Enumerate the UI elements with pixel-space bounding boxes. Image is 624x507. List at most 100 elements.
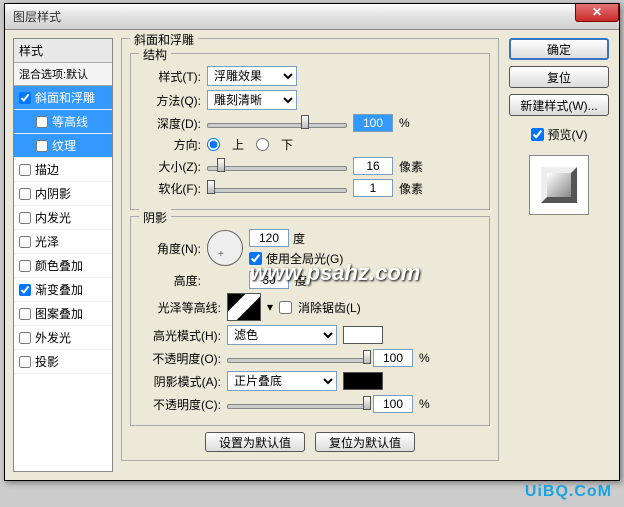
style-checkbox-1[interactable] xyxy=(36,116,48,128)
global-light-label: 使用全局光(G) xyxy=(266,250,343,267)
altitude-input[interactable] xyxy=(249,271,289,289)
style-item-11[interactable]: 投影 xyxy=(14,350,112,374)
soften-input[interactable] xyxy=(353,179,393,197)
style-label-2: 纹理 xyxy=(52,137,76,154)
shadow-color[interactable] xyxy=(343,372,383,390)
shadow-mode-label: 阴影模式(A): xyxy=(139,373,221,390)
cancel-button[interactable]: 复位 xyxy=(509,66,609,88)
size-slider[interactable] xyxy=(207,157,347,175)
antialias-checkbox[interactable] xyxy=(279,301,292,314)
style-label-8: 渐变叠加 xyxy=(35,281,83,298)
method-label: 方法(Q): xyxy=(139,92,201,109)
method-select[interactable]: 雕刻清晰 xyxy=(207,90,297,110)
titlebar: 图层样式 ✕ xyxy=(5,4,619,30)
chevron-down-icon[interactable]: ▾ xyxy=(267,300,273,314)
hilite-opacity-slider[interactable] xyxy=(227,349,367,367)
style-checkbox-4[interactable] xyxy=(19,188,31,200)
direction-label: 方向: xyxy=(139,136,201,153)
close-button[interactable]: ✕ xyxy=(575,4,619,22)
depth-input[interactable] xyxy=(353,114,393,132)
style-item-0[interactable]: 斜面和浮雕 xyxy=(14,86,112,110)
dir-up-radio[interactable] xyxy=(207,138,220,151)
style-list-header: 样式 xyxy=(14,39,112,63)
shadow-opacity-label: 不透明度(C): xyxy=(139,396,221,413)
depth-label: 深度(D): xyxy=(139,115,201,132)
gloss-contour[interactable] xyxy=(227,293,261,321)
style-item-3[interactable]: 描边 xyxy=(14,158,112,182)
shadow-title: 阴影 xyxy=(139,209,171,226)
style-item-5[interactable]: 内发光 xyxy=(14,206,112,230)
angle-label: 角度(N): xyxy=(139,240,201,257)
style-checkbox-0[interactable] xyxy=(19,92,31,104)
px-unit: 像素 xyxy=(399,158,427,175)
style-label-9: 图案叠加 xyxy=(35,305,83,322)
style-label-1: 等高线 xyxy=(52,113,88,130)
style-checkbox-8[interactable] xyxy=(19,284,31,296)
style-checkbox-3[interactable] xyxy=(19,164,31,176)
shadow-opacity-slider[interactable] xyxy=(227,395,367,413)
deg-unit: 度 xyxy=(293,230,305,247)
gloss-label: 光泽等高线: xyxy=(139,299,221,316)
style-checkbox-6[interactable] xyxy=(19,236,31,248)
hilite-opacity-label: 不透明度(O): xyxy=(139,350,221,367)
size-input[interactable] xyxy=(353,157,393,175)
style-label-7: 颜色叠加 xyxy=(35,257,83,274)
style-label-11: 投影 xyxy=(35,353,59,370)
px-unit2: 像素 xyxy=(399,180,427,197)
style-item-4[interactable]: 内阴影 xyxy=(14,182,112,206)
new-style-button[interactable]: 新建样式(W)... xyxy=(509,94,609,116)
style-select[interactable]: 浮雕效果 xyxy=(207,66,297,86)
style-checkbox-11[interactable] xyxy=(19,356,31,368)
global-light-checkbox[interactable] xyxy=(249,252,262,265)
shadow-group: 阴影 角度(N): 度 使用全局光(G) xyxy=(130,216,490,426)
style-item-2[interactable]: 纹理 xyxy=(14,134,112,158)
style-item-8[interactable]: 渐变叠加 xyxy=(14,278,112,302)
preview-checkbox[interactable] xyxy=(531,128,544,141)
set-default-button[interactable]: 设置为默认值 xyxy=(205,432,305,452)
angle-dial[interactable] xyxy=(207,230,243,266)
style-label-0: 斜面和浮雕 xyxy=(35,89,95,106)
hilite-color[interactable] xyxy=(343,326,383,344)
preview-label: 预览(V) xyxy=(548,126,588,143)
style-item-9[interactable]: 图案叠加 xyxy=(14,302,112,326)
window-title: 图层样式 xyxy=(13,8,61,25)
style-checkbox-7[interactable] xyxy=(19,260,31,272)
deg-unit2: 度 xyxy=(295,272,307,289)
hilite-opacity-input[interactable] xyxy=(373,349,413,367)
style-checkbox-5[interactable] xyxy=(19,212,31,224)
style-checkbox-2[interactable] xyxy=(36,140,48,152)
style-item-1[interactable]: 等高线 xyxy=(14,110,112,134)
antialias-label: 消除锯齿(L) xyxy=(298,299,361,316)
style-checkbox-9[interactable] xyxy=(19,308,31,320)
style-label-6: 光泽 xyxy=(35,233,59,250)
depth-slider[interactable] xyxy=(207,114,347,132)
ok-button[interactable]: 确定 xyxy=(509,38,609,60)
style-label-3: 描边 xyxy=(35,161,59,178)
soften-slider[interactable] xyxy=(207,179,347,197)
style-checkbox-10[interactable] xyxy=(19,332,31,344)
style-label-5: 内发光 xyxy=(35,209,71,226)
style-item-10[interactable]: 外发光 xyxy=(14,326,112,350)
hilite-mode-select[interactable]: 滤色 xyxy=(227,325,337,345)
structure-group: 结构 样式(T): 浮雕效果 方法(Q): 雕刻清晰 深度(D): % xyxy=(130,53,490,210)
shadow-mode-select[interactable]: 正片叠底 xyxy=(227,371,337,391)
watermark2: UiBQ.CoM xyxy=(525,483,612,501)
style-item-6[interactable]: 光泽 xyxy=(14,230,112,254)
bevel-group: 斜面和浮雕 结构 样式(T): 浮雕效果 方法(Q): 雕刻清晰 深度(D): xyxy=(121,38,499,461)
style-label: 样式(T): xyxy=(139,68,201,85)
size-label: 大小(Z): xyxy=(139,158,201,175)
soften-label: 软化(F): xyxy=(139,180,201,197)
dir-down-radio[interactable] xyxy=(256,138,269,151)
shadow-opacity-input[interactable] xyxy=(373,395,413,413)
style-item-7[interactable]: 颜色叠加 xyxy=(14,254,112,278)
structure-title: 结构 xyxy=(139,46,171,63)
style-label-10: 外发光 xyxy=(35,329,71,346)
altitude-label: 高度: xyxy=(139,272,201,289)
hilite-mode-label: 高光模式(H): xyxy=(139,327,221,344)
preview-box xyxy=(529,155,589,215)
reset-default-button[interactable]: 复位为默认值 xyxy=(315,432,415,452)
blend-options[interactable]: 混合选项:默认 xyxy=(14,63,112,86)
angle-input[interactable] xyxy=(249,229,289,247)
pct-unit: % xyxy=(399,116,427,130)
style-label-4: 内阴影 xyxy=(35,185,71,202)
